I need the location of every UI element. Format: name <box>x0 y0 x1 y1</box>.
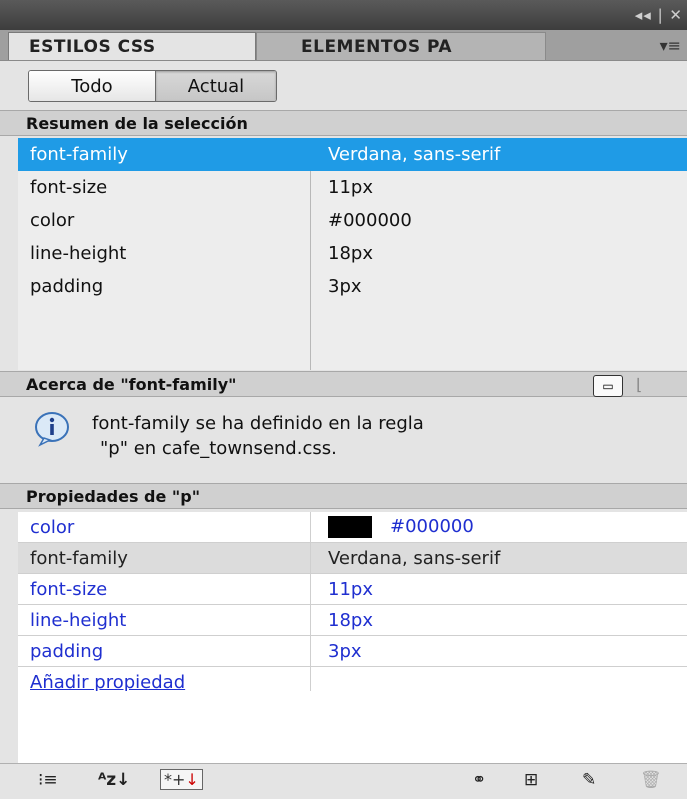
tab-row: ESTILOS CSS ELEMENTOS PA ▾≡ <box>0 30 687 61</box>
property-name[interactable]: font-size <box>30 579 107 600</box>
properties-header[interactable]: Propiedades de "p" <box>0 483 687 509</box>
collapse-close-controls[interactable]: ◂◂ | ✕ <box>635 6 683 24</box>
summary-row[interactable]: line-height 18px <box>18 237 687 270</box>
summary-value: Verdana, sans-serif <box>328 144 501 165</box>
column-divider <box>310 512 311 542</box>
alpha-view-icon[interactable]: ᴬᴢ↓ <box>98 770 130 790</box>
property-value[interactable]: #000000 <box>328 516 474 538</box>
tab-estilos-css[interactable]: ESTILOS CSS <box>8 32 256 60</box>
actual-button[interactable]: Actual <box>156 71 276 101</box>
summary-property: color <box>30 210 75 231</box>
properties-table: color #000000 font-family Verdana, sans-… <box>18 512 687 698</box>
summary-row[interactable]: padding 3px <box>18 270 687 303</box>
mode-toggle: Todo Actual <box>28 70 277 102</box>
summary-value: #000000 <box>328 210 412 231</box>
panel-titlebar: ◂◂ | ✕ <box>0 0 687 30</box>
info-icon <box>35 412 69 447</box>
property-name[interactable]: color <box>30 517 74 538</box>
about-line-2: "p" en cafe_townsend.css. <box>100 438 337 459</box>
summary-row[interactable]: font-family Verdana, sans-serif <box>18 138 687 171</box>
column-divider[interactable] <box>310 171 311 370</box>
property-name[interactable]: font-family <box>30 548 128 569</box>
panel-menu-icon[interactable]: ▾≡ <box>660 36 681 55</box>
show-cascade-icon[interactable]: ▭ <box>593 375 623 397</box>
set-properties-arrow: ↓ <box>185 770 199 789</box>
property-value[interactable]: 11px <box>328 579 373 600</box>
property-value[interactable]: Verdana, sans-serif <box>328 548 500 569</box>
summary-property: padding <box>30 276 104 297</box>
new-rule-icon[interactable]: ⊞ <box>524 770 538 790</box>
todo-button[interactable]: Todo <box>29 71 156 101</box>
column-divider <box>310 605 311 635</box>
property-value[interactable]: 18px <box>328 610 373 631</box>
column-divider <box>310 574 311 604</box>
property-row[interactable]: padding 3px <box>18 636 687 667</box>
tab-elementos-pa[interactable]: ELEMENTOS PA <box>256 32 546 60</box>
color-swatch[interactable] <box>328 516 372 538</box>
summary-table: font-family Verdana, sans-serif font-siz… <box>18 138 687 370</box>
property-name[interactable]: line-height <box>30 610 126 631</box>
attach-stylesheet-icon[interactable]: ⚭ <box>472 770 486 790</box>
color-value: #000000 <box>390 516 474 537</box>
summary-value: 3px <box>328 276 362 297</box>
set-properties-icon[interactable]: *+↓ <box>160 769 203 790</box>
property-name[interactable]: padding <box>30 641 103 662</box>
property-row[interactable]: line-height 18px <box>18 605 687 636</box>
property-row[interactable]: color #000000 <box>18 512 687 543</box>
summary-header[interactable]: Resumen de la selección <box>0 110 687 136</box>
summary-property: font-size <box>30 177 108 198</box>
about-text: font-family se ha definido en la regla "… <box>92 411 672 461</box>
css-styles-panel: ◂◂ | ✕ ESTILOS CSS ELEMENTOS PA ▾≡ Todo … <box>0 0 687 799</box>
bottom-toolbar: ⁝≡ ᴬᴢ↓ *+↓ ⚭ ⊞ ✎ 🗑 <box>0 763 687 799</box>
set-properties-label: *+ <box>164 770 186 789</box>
summary-property: font-family <box>30 144 128 165</box>
delete-rule-icon[interactable]: 🗑 <box>640 770 662 790</box>
summary-row[interactable]: font-size 11px <box>18 171 687 204</box>
summary-row[interactable]: color #000000 <box>18 204 687 237</box>
summary-value: 18px <box>328 243 373 264</box>
add-property-link[interactable]: Añadir propiedad <box>30 672 185 693</box>
summary-property: line-height <box>30 243 127 264</box>
column-divider <box>310 543 311 573</box>
property-value[interactable]: 3px <box>328 641 362 662</box>
properties-empty-area <box>18 691 687 763</box>
about-header[interactable]: Acerca de "font-family" <box>0 371 687 397</box>
summary-value: 11px <box>328 177 373 198</box>
column-divider <box>310 636 311 666</box>
property-row[interactable]: font-size 11px <box>18 574 687 605</box>
edit-rule-icon[interactable]: ✎ <box>582 770 596 790</box>
show-property-info-icon[interactable]: ⌊ <box>636 375 642 394</box>
category-view-icon[interactable]: ⁝≡ <box>38 770 58 790</box>
about-line-1: font-family se ha definido en la regla <box>92 413 424 434</box>
property-row[interactable]: font-family Verdana, sans-serif <box>18 543 687 574</box>
